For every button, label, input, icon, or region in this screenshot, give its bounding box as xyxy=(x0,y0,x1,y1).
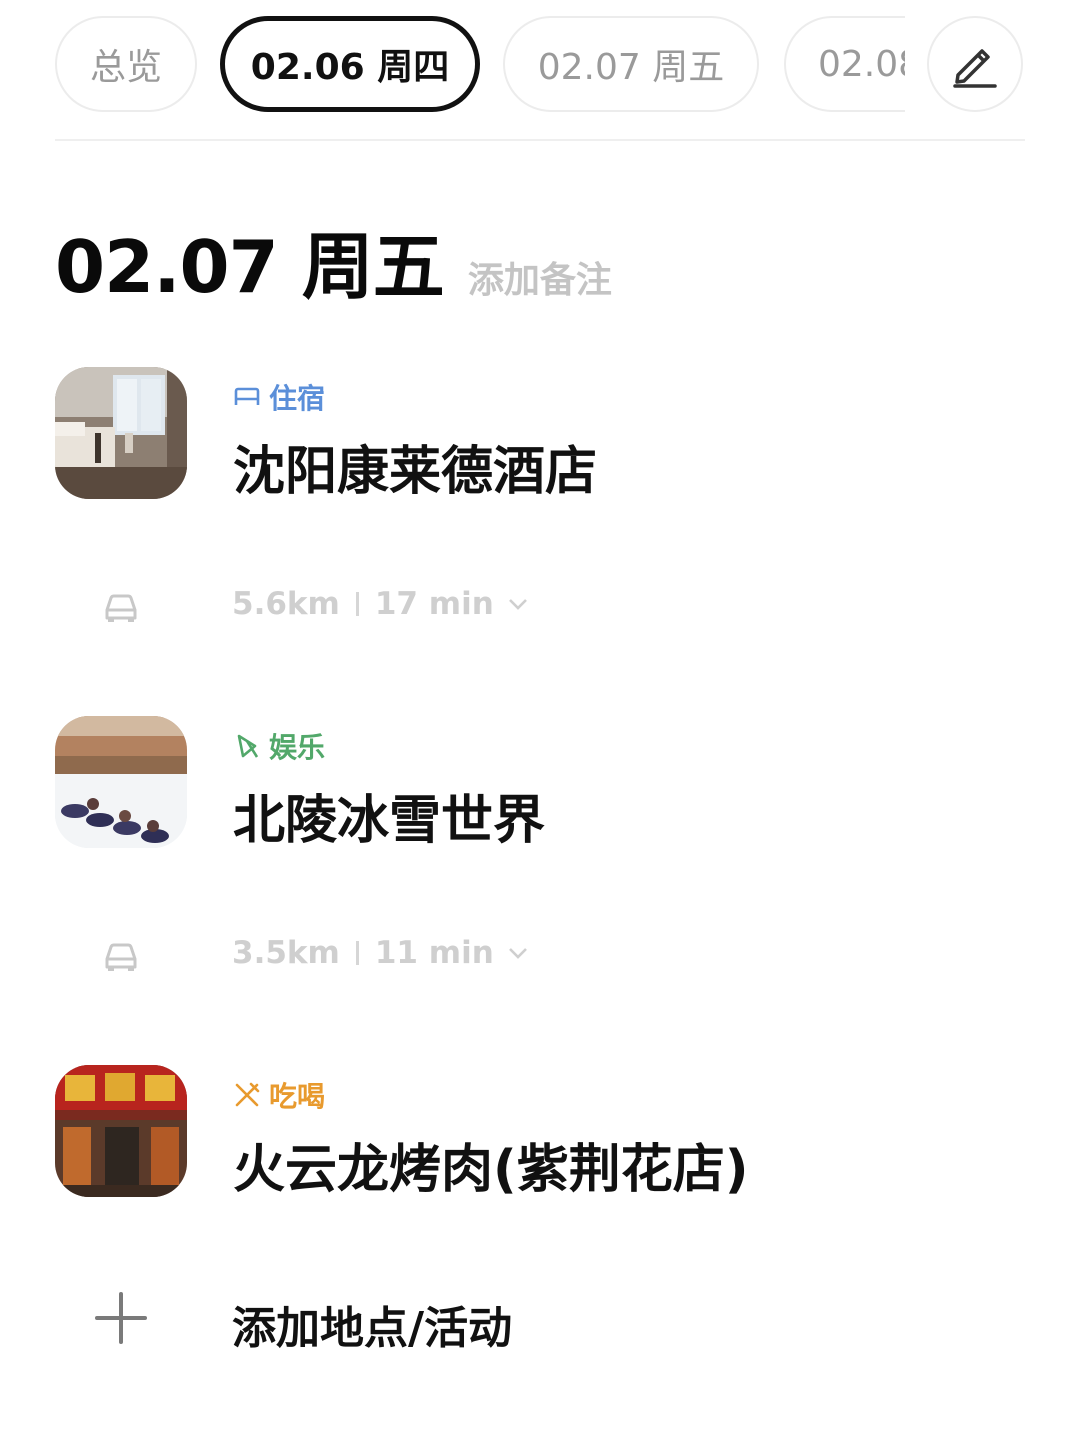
route-distance: 3.5km xyxy=(232,935,340,971)
route-info: 3.5km 11 min xyxy=(232,935,528,971)
category-text: 吃喝 xyxy=(269,1080,326,1113)
day-title: 02.07 周五 xyxy=(55,225,445,309)
tab-day-0207[interactable]: 02.07 周五 xyxy=(503,16,759,112)
restaurant-photo xyxy=(55,1065,187,1197)
itinerary-item-hotel[interactable]: 住宿 沈阳康莱德酒店 xyxy=(55,367,1015,502)
route-duration: 17 min xyxy=(374,586,494,622)
pencil-icon xyxy=(953,49,997,88)
bed-icon xyxy=(234,387,260,405)
route-segment[interactable]: 5.6km 17 min xyxy=(55,578,1015,638)
category-label: 住宿 xyxy=(233,377,325,417)
category-text: 住宿 xyxy=(269,382,326,415)
route-distance: 5.6km xyxy=(232,586,340,622)
snow-park-photo xyxy=(55,716,187,848)
tab-overview[interactable]: 总览 xyxy=(55,16,197,112)
tab-day-0206[interactable]: 02.06 周四 xyxy=(220,16,480,112)
tab-day-0208[interactable]: 02.08 xyxy=(784,16,905,112)
day-header: 02.07 周五 添加备注 xyxy=(55,208,612,309)
category-text: 娱乐 xyxy=(269,731,326,764)
day-tabs-scroll[interactable]: 总览 02.06 周四 02.07 周五 02.08 xyxy=(55,16,905,116)
plus-icon xyxy=(95,1292,147,1344)
day-tab-bar: 总览 02.06 周四 02.07 周五 02.08 xyxy=(0,0,1080,141)
tabbar-divider xyxy=(55,139,1025,141)
place-name: 沈阳康莱德酒店 xyxy=(233,442,598,502)
tab-day-0208-label: 02.08 xyxy=(818,43,905,85)
hotel-room-photo xyxy=(55,367,187,499)
add-place-activity-button[interactable]: 添加地点/活动 xyxy=(55,1280,1015,1360)
tab-day-0206-label: 02.06 周四 xyxy=(250,47,450,88)
category-label: 娱乐 xyxy=(233,726,325,766)
route-segment[interactable]: 3.5km 11 min xyxy=(55,927,1015,987)
chevron-down-icon xyxy=(508,599,527,610)
edit-button[interactable] xyxy=(927,16,1023,112)
add-place-activity-label: 添加地点/活动 xyxy=(232,1303,513,1354)
tab-overview-label: 总览 xyxy=(89,47,162,88)
chevron-down-icon xyxy=(508,948,527,959)
place-name: 北陵冰雪世界 xyxy=(233,791,546,851)
ticket-icon xyxy=(237,734,259,758)
itinerary-item-entertainment[interactable]: 娱乐 北陵冰雪世界 xyxy=(55,716,1015,851)
utensils-icon xyxy=(235,1082,260,1107)
tab-day-0207-label: 02.07 周五 xyxy=(537,47,725,88)
route-separator xyxy=(355,941,359,965)
route-info: 5.6km 17 min xyxy=(232,586,528,622)
route-duration: 11 min xyxy=(374,935,494,971)
route-separator xyxy=(355,592,359,616)
itinerary-item-food[interactable]: 吃喝 火云龙烤肉(紫荆花店) xyxy=(55,1065,1015,1200)
place-name: 火云龙烤肉(紫荆花店) xyxy=(233,1140,749,1200)
car-icon xyxy=(105,943,137,971)
category-label: 吃喝 xyxy=(233,1075,325,1115)
car-icon xyxy=(105,594,137,622)
add-note-button[interactable]: 添加备注 xyxy=(468,251,612,303)
